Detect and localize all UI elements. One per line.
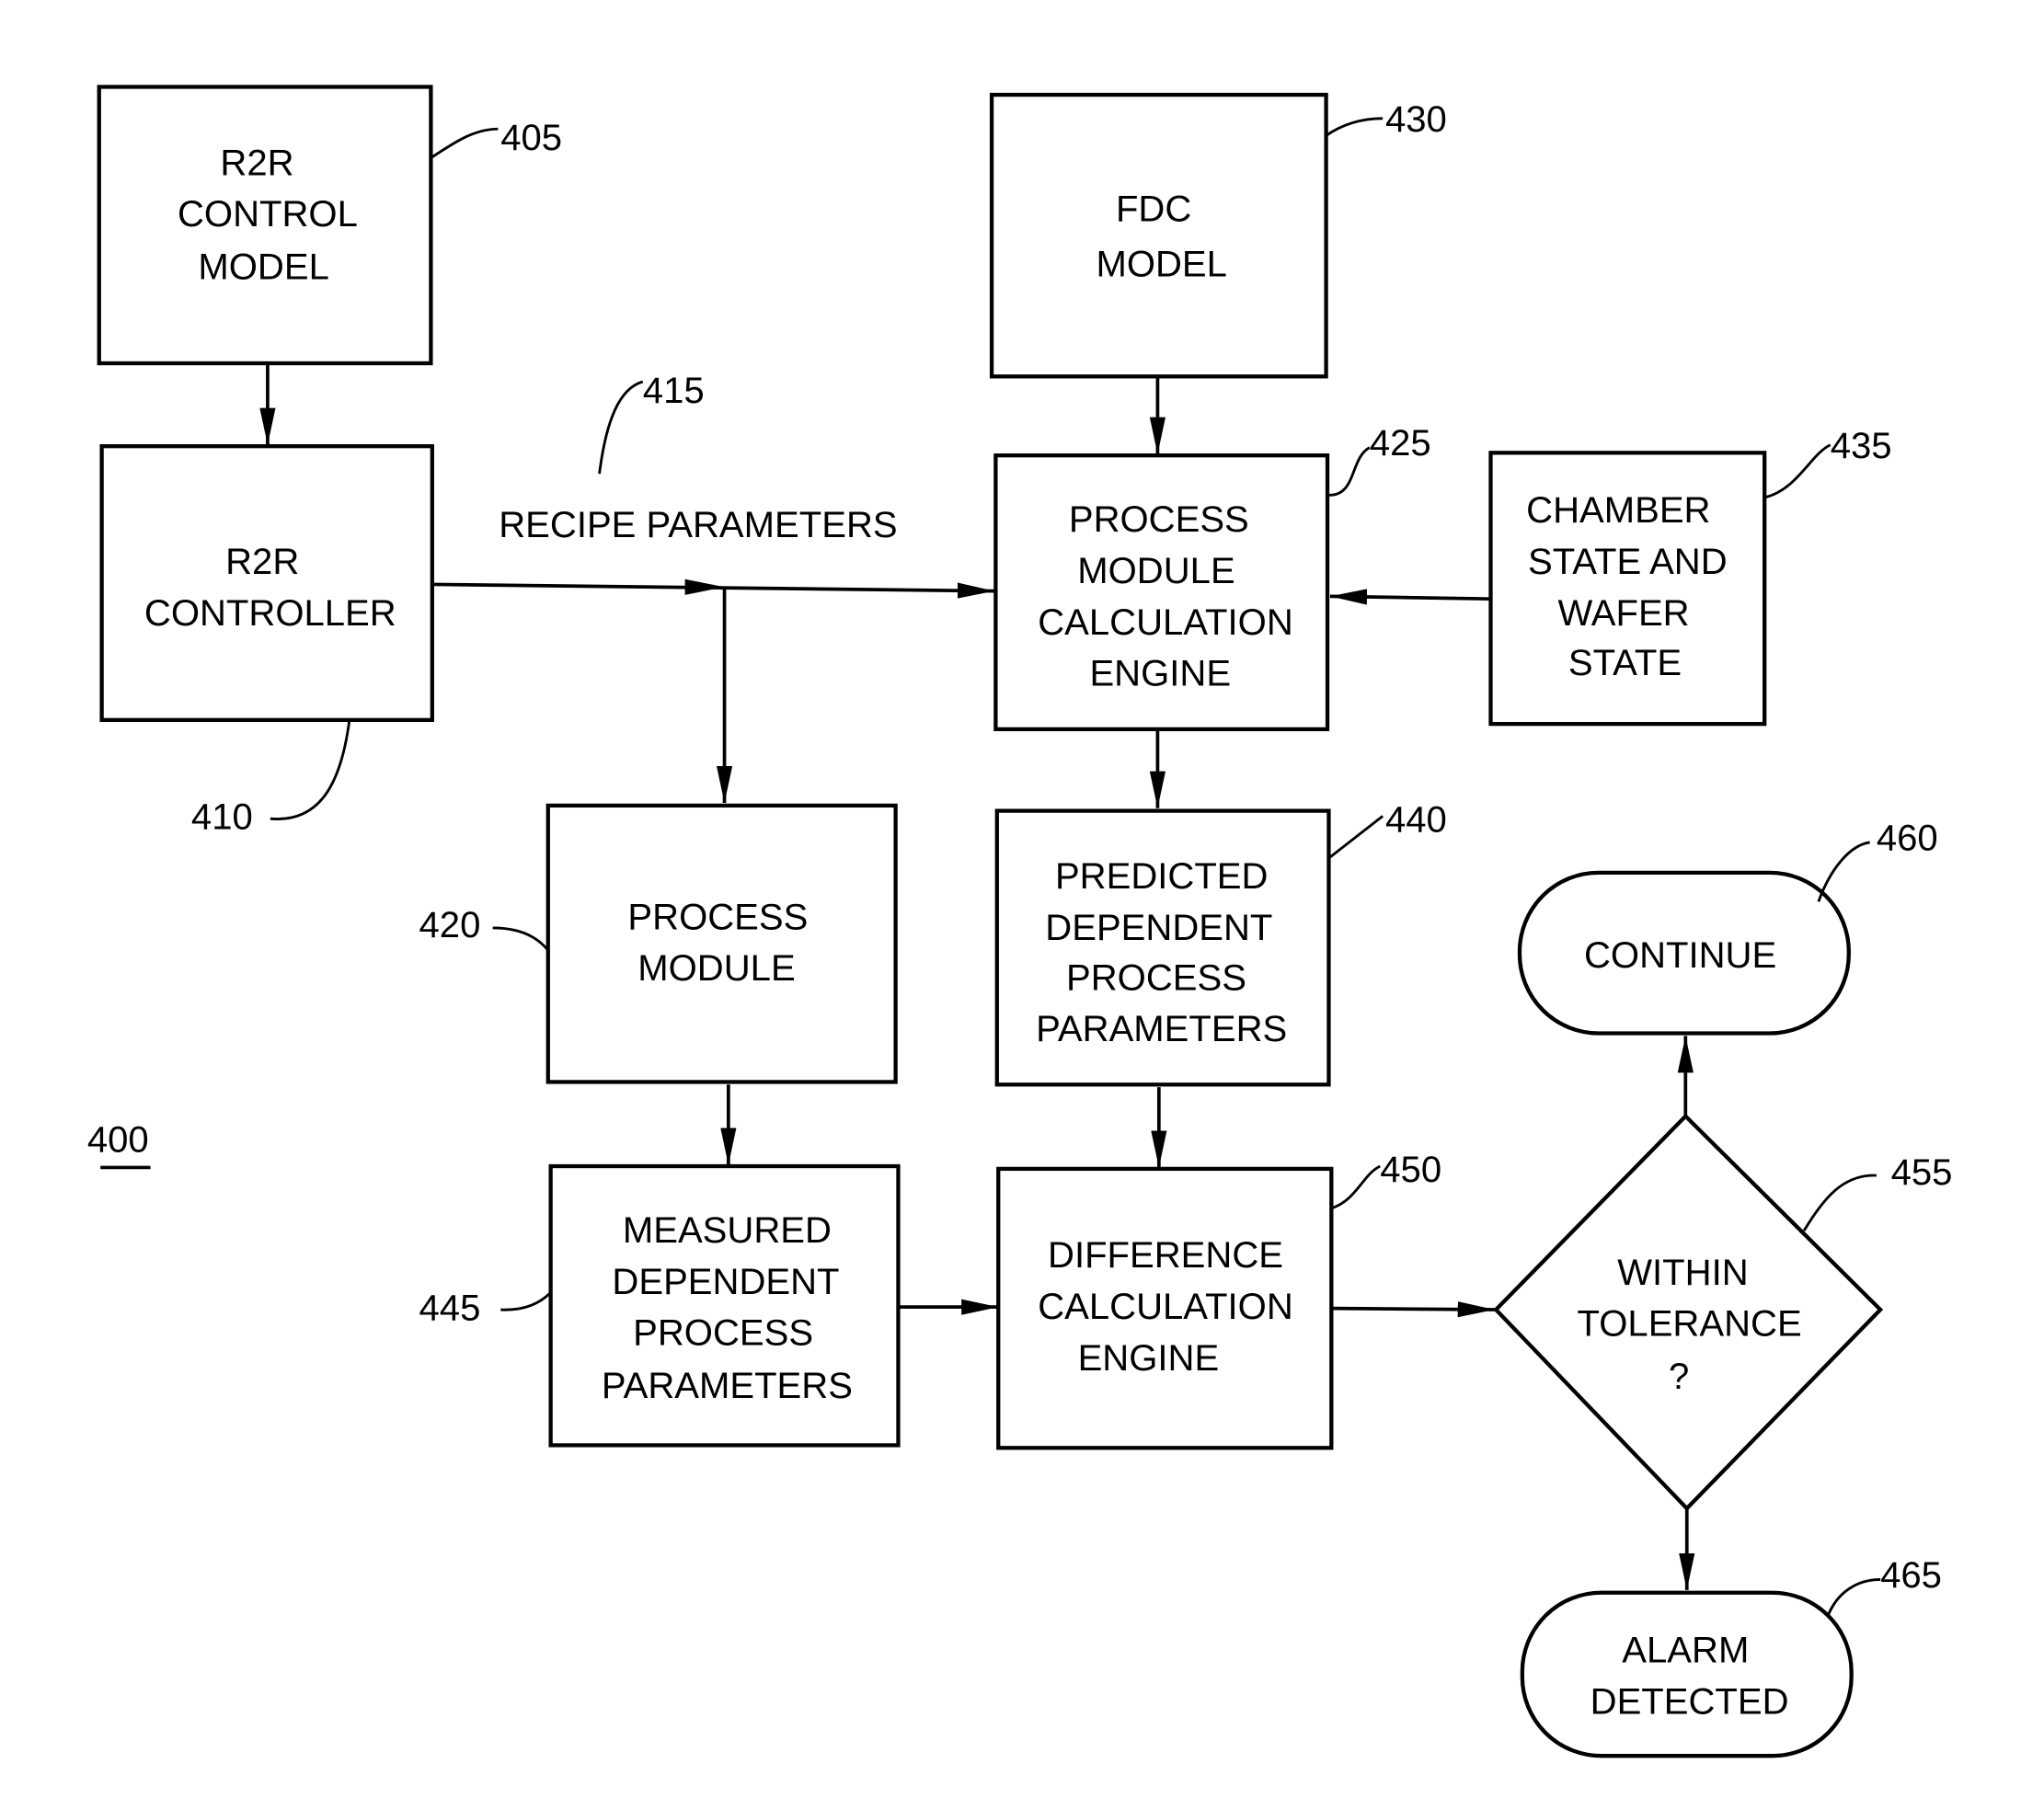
edge-chamber-to-calc-engine	[1329, 589, 1491, 605]
node-label-line: ENGINE	[1089, 654, 1231, 694]
node-within-tolerance-decision: WITHIN TOLERANCE ? 455	[1493, 1113, 1953, 1512]
node-continue-terminator: CONTINUE 460	[1517, 819, 1938, 1036]
node-label-line: DIFFERENCE	[1048, 1235, 1283, 1276]
node-label-line: CHAMBER	[1526, 490, 1710, 531]
ref-leader	[1330, 1164, 1381, 1210]
node-label-line: DETECTED	[1590, 1681, 1789, 1722]
node-label-line: DEPENDENT	[1045, 908, 1272, 948]
node-label-line: PARAMETERS	[602, 1366, 853, 1406]
node-label-line: PARAMETERS	[1036, 1009, 1287, 1049]
node-label-line: PROCESS	[1069, 499, 1249, 540]
edge-difference-to-decision	[1332, 1301, 1495, 1318]
node-label-line: CONTINUE	[1584, 935, 1776, 976]
node-chamber-wafer-state: CHAMBER STATE AND WAFER STATE 435	[1488, 426, 1892, 727]
node-label-line: STATE AND	[1528, 542, 1728, 582]
ref-number: 410	[191, 797, 253, 838]
recipe-parameters-label-group: RECIPE PARAMETERS 415	[499, 371, 897, 545]
node-label-line: CONTROL	[178, 194, 358, 235]
node-label-line: PROCESS	[627, 897, 808, 937]
connectors	[259, 364, 1695, 1590]
node-fdc-model: FDC MODEL 430	[989, 92, 1447, 379]
ref-number: 455	[1891, 1152, 1953, 1193]
ref-leader	[270, 721, 351, 820]
ref-number: 435	[1831, 426, 1892, 466]
ref-leader	[598, 380, 644, 475]
recipe-parameters-label: RECIPE PARAMETERS	[499, 505, 897, 545]
node-label-line: ENGINE	[1078, 1338, 1220, 1379]
node-process-module-calculation-engine: PROCESS MODULE CALCULATION ENGINE 425	[993, 423, 1431, 732]
ref-leader	[500, 1291, 552, 1311]
ref-number: 425	[1370, 423, 1431, 464]
node-label-line: CALCULATION	[1038, 1287, 1293, 1327]
ref-leader	[1817, 841, 1870, 902]
ref-leader	[1327, 815, 1384, 860]
ref-number: 420	[419, 905, 481, 945]
ref-number: 450	[1380, 1150, 1441, 1190]
ref-leader	[1763, 443, 1832, 499]
node-label-line: ?	[1669, 1357, 1689, 1397]
node-label-line: WITHIN	[1617, 1253, 1748, 1293]
node-label-line: MODULE	[637, 948, 795, 989]
node-label-line: PROCESS	[633, 1313, 813, 1354]
node-predicted-dependent-process-parameters: PREDICTED DEPENDENT PROCESS PARAMETERS 4…	[994, 800, 1447, 1087]
node-label-line: WAFER	[1557, 593, 1689, 634]
ref-leader	[492, 926, 549, 952]
node-label-line: R2R	[220, 143, 293, 183]
ref-number: 440	[1385, 800, 1447, 841]
node-alarm-detected-terminator: ALARM DETECTED 465	[1520, 1555, 1942, 1758]
node-label-line: MEASURED	[623, 1210, 832, 1251]
ref-leader	[1326, 446, 1371, 497]
node-label-line: DEPENDENT	[612, 1262, 839, 1302]
node-r2r-controller: R2R CONTROLLER 410	[99, 444, 434, 838]
node-label-line: PREDICTED	[1055, 856, 1269, 897]
figure-number: 400	[87, 1119, 149, 1160]
node-label-line: MODEL	[198, 246, 328, 287]
figure-reference: 400	[87, 1119, 151, 1170]
ref-number: 465	[1880, 1555, 1942, 1596]
ref-number: 460	[1877, 819, 1938, 859]
ref-leader	[1325, 117, 1384, 137]
ref-leader	[430, 127, 499, 159]
node-label-line: R2R	[225, 542, 299, 582]
ref-number: 445	[419, 1288, 481, 1328]
node-difference-calculation-engine: DIFFERENCE CALCULATION ENGINE 450	[996, 1150, 1441, 1450]
node-r2r-control-model: R2R CONTROL MODEL 405	[97, 85, 562, 366]
ref-leader	[1826, 1577, 1881, 1618]
edge-mid-arrowhead	[684, 578, 725, 595]
node-label-line: TOLERANCE	[1578, 1304, 1802, 1345]
ref-number: 405	[500, 118, 562, 158]
node-label-line: PROCESS	[1066, 957, 1246, 998]
node-label-line: CALCULATION	[1038, 602, 1293, 643]
node-label-line: MODEL	[1096, 245, 1226, 285]
node-label-line: CONTROLLER	[144, 593, 396, 634]
ref-number: 415	[643, 371, 705, 411]
node-label-line: STATE	[1568, 643, 1682, 683]
node-process-module: PROCESS MODULE 420	[419, 803, 898, 1084]
node-label-line: ALARM	[1622, 1631, 1749, 1671]
node-label-line: FDC	[1116, 189, 1191, 229]
ref-number: 430	[1385, 99, 1447, 140]
node-label-line: MODULE	[1077, 551, 1234, 591]
flow-diagram: R2R CONTROL MODEL 405 R2R CONTROLLER 410…	[87, 85, 1953, 1758]
node-measured-dependent-process-parameters: MEASURED DEPENDENT PROCESS PARAMETERS 44…	[419, 1163, 901, 1448]
ref-leader	[1802, 1174, 1877, 1231]
